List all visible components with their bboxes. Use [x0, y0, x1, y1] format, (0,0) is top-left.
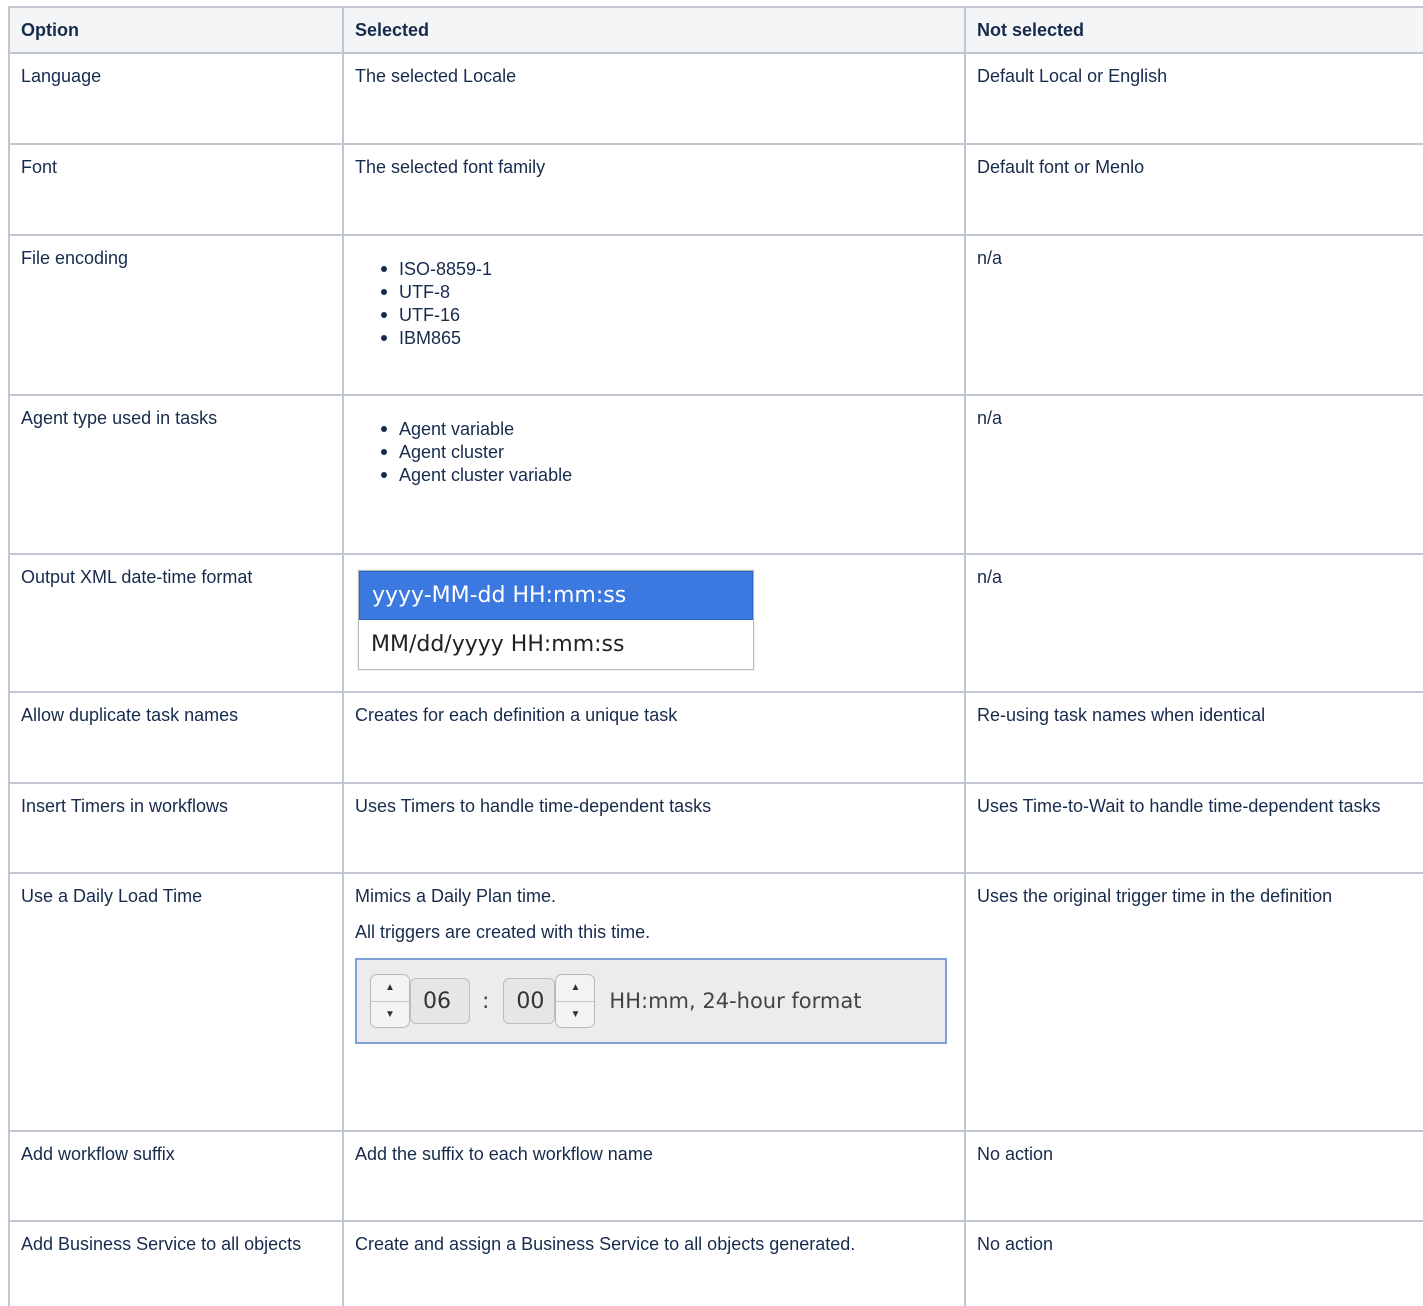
not-selected-cell: No action [964, 1220, 1423, 1306]
selected-cell: The selected font family [342, 143, 966, 236]
selected-cell: Add the suffix to each workflow name [342, 1130, 966, 1222]
time-separator: : [482, 988, 490, 1014]
table-row: Add Business Service to all objects Crea… [8, 1220, 1423, 1306]
not-selected-cell: Uses Time-to-Wait to handle time-depende… [964, 782, 1423, 874]
option-cell: Add Business Service to all objects [8, 1220, 344, 1306]
stepper-up-icon[interactable]: ▲ [371, 975, 409, 1001]
stepper-down-icon[interactable]: ▼ [556, 1000, 595, 1028]
not-selected-cell: Default font or Menlo [964, 143, 1423, 236]
list-item: IBM865 [381, 327, 954, 350]
selected-cell: The selected Locale [342, 52, 966, 145]
option-cell: Agent type used in tasks [8, 394, 344, 555]
not-selected-cell: n/a [964, 553, 1423, 693]
table-row: Add workflow suffix Add the suffix to ea… [8, 1130, 1423, 1222]
not-selected-cell: No action [964, 1130, 1423, 1222]
list-item: UTF-16 [381, 304, 954, 327]
list-item: ISO-8859-1 [381, 258, 954, 281]
list-item: UTF-8 [381, 281, 954, 304]
selected-cell: Agent variable Agent cluster Agent clust… [342, 394, 966, 555]
selected-cell: Uses Timers to handle time-dependent tas… [342, 782, 966, 874]
agent-type-list: Agent variable Agent cluster Agent clust… [355, 418, 954, 487]
time-picker: ▲ ▼ 06 : 00 ▲ ▼ HH:mm, 24-hour format [355, 958, 947, 1044]
date-format-option-selected[interactable]: yyyy-MM-dd HH:mm:ss [359, 571, 753, 620]
date-format-list[interactable]: yyyy-MM-dd HH:mm:ss MM/dd/yyyy HH:mm:ss [358, 570, 754, 670]
option-cell: Language [8, 52, 344, 145]
page: Option Selected Not selected Language Th… [0, 0, 1423, 1306]
table-row: Use a Daily Load Time Mimics a Daily Pla… [8, 872, 1423, 1132]
not-selected-cell: Re-using task names when identical [964, 691, 1423, 784]
list-item: Agent variable [381, 418, 954, 441]
option-cell: Output XML date-time format [8, 553, 344, 693]
table-header-row: Option Selected Not selected [8, 6, 1423, 54]
table-row: File encoding ISO-8859-1 UTF-8 UTF-16 IB… [8, 234, 1423, 396]
selected-cell: yyyy-MM-dd HH:mm:ss MM/dd/yyyy HH:mm:ss [342, 553, 966, 693]
hour-field[interactable]: 06 [410, 978, 470, 1024]
daily-load-text: Mimics a Daily Plan time. [355, 886, 557, 906]
header-selected: Selected [342, 6, 966, 54]
option-cell: Use a Daily Load Time [8, 872, 344, 1132]
stepper-up-icon[interactable]: ▲ [556, 975, 594, 1001]
table-row: Insert Timers in workflows Uses Timers t… [8, 782, 1423, 874]
selected-cell: Mimics a Daily Plan time. All triggers a… [342, 872, 966, 1132]
header-not-selected: Not selected [964, 6, 1423, 54]
date-format-option[interactable]: MM/dd/yyyy HH:mm:ss [359, 620, 753, 669]
hour-stepper[interactable]: ▲ ▼ [370, 974, 410, 1028]
options-table: Option Selected Not selected Language Th… [8, 6, 1423, 1306]
option-cell: File encoding [8, 234, 344, 396]
time-format-label: HH:mm, 24-hour format [609, 988, 862, 1013]
table-row: Agent type used in tasks Agent variable … [8, 394, 1423, 555]
minute-field[interactable]: 00 [503, 978, 556, 1024]
selected-cell: ISO-8859-1 UTF-8 UTF-16 IBM865 [342, 234, 966, 396]
option-cell: Insert Timers in workflows [8, 782, 344, 874]
selected-cell: Create and assign a Business Service to … [342, 1220, 966, 1306]
not-selected-cell: Uses the original trigger time in the de… [964, 872, 1423, 1132]
daily-load-text: All triggers are created with this time. [355, 922, 651, 942]
selected-cell: Creates for each definition a unique tas… [342, 691, 966, 784]
list-item: Agent cluster [381, 441, 954, 464]
option-cell: Add workflow suffix [8, 1130, 344, 1222]
option-cell: Allow duplicate task names [8, 691, 344, 784]
stepper-down-icon[interactable]: ▼ [371, 1000, 409, 1028]
option-cell: Font [8, 143, 344, 236]
table-row: Font The selected font family Default fo… [8, 143, 1423, 236]
not-selected-cell: Default Local or English [964, 52, 1423, 145]
minute-stepper[interactable]: ▲ ▼ [555, 974, 596, 1028]
list-item: Agent cluster variable [381, 464, 954, 487]
not-selected-cell: n/a [964, 394, 1423, 555]
not-selected-cell: n/a [964, 234, 1423, 396]
header-option: Option [8, 6, 344, 54]
table-row: Allow duplicate task names Creates for e… [8, 691, 1423, 784]
table-row: Language The selected Locale Default Loc… [8, 52, 1423, 145]
table-row: Output XML date-time format yyyy-MM-dd H… [8, 553, 1423, 693]
encoding-list: ISO-8859-1 UTF-8 UTF-16 IBM865 [355, 258, 954, 350]
